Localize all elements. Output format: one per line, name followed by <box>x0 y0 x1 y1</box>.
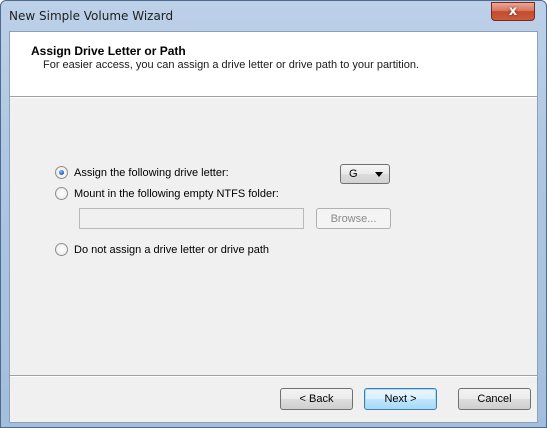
title-bar[interactable]: New Simple Volume Wizard x <box>1 1 546 31</box>
mount-folder-option[interactable]: Mount in the following empty NTFS folder… <box>55 187 279 200</box>
header-divider <box>10 97 537 98</box>
window-title: New Simple Volume Wizard <box>9 9 174 23</box>
drive-letter-select[interactable]: G <box>340 164 390 184</box>
page-title: Assign Drive Letter or Path <box>31 44 186 58</box>
mount-folder-radio[interactable] <box>55 187 68 200</box>
wizard-window: New Simple Volume Wizard x Assign Drive … <box>0 0 547 428</box>
drive-letter-value: G <box>349 168 358 180</box>
folder-path-input[interactable] <box>79 208 304 229</box>
next-button[interactable]: Next > <box>364 388 437 410</box>
footer-divider-highlight <box>10 376 537 377</box>
close-button[interactable]: x <box>491 2 535 21</box>
back-button[interactable]: < Back <box>280 388 353 410</box>
close-icon: x <box>508 4 518 19</box>
chevron-down-icon <box>375 172 383 177</box>
no-assign-radio[interactable] <box>55 243 68 256</box>
wizard-header: Assign Drive Letter or Path For easier a… <box>10 32 537 97</box>
assign-letter-option[interactable]: Assign the following drive letter: <box>55 166 229 179</box>
assign-letter-label: Assign the following drive letter: <box>74 166 229 179</box>
mount-folder-label: Mount in the following empty NTFS folder… <box>74 187 279 200</box>
no-assign-label: Do not assign a drive letter or drive pa… <box>74 243 270 256</box>
cancel-button[interactable]: Cancel <box>458 388 531 410</box>
assign-letter-radio[interactable] <box>55 166 68 179</box>
wizard-client-area: Assign Drive Letter or Path For easier a… <box>9 31 538 423</box>
browse-button[interactable]: Browse... <box>316 208 391 229</box>
no-assign-option[interactable]: Do not assign a drive letter or drive pa… <box>55 243 269 256</box>
page-subtitle: For easier access, you can assign a driv… <box>43 59 420 71</box>
